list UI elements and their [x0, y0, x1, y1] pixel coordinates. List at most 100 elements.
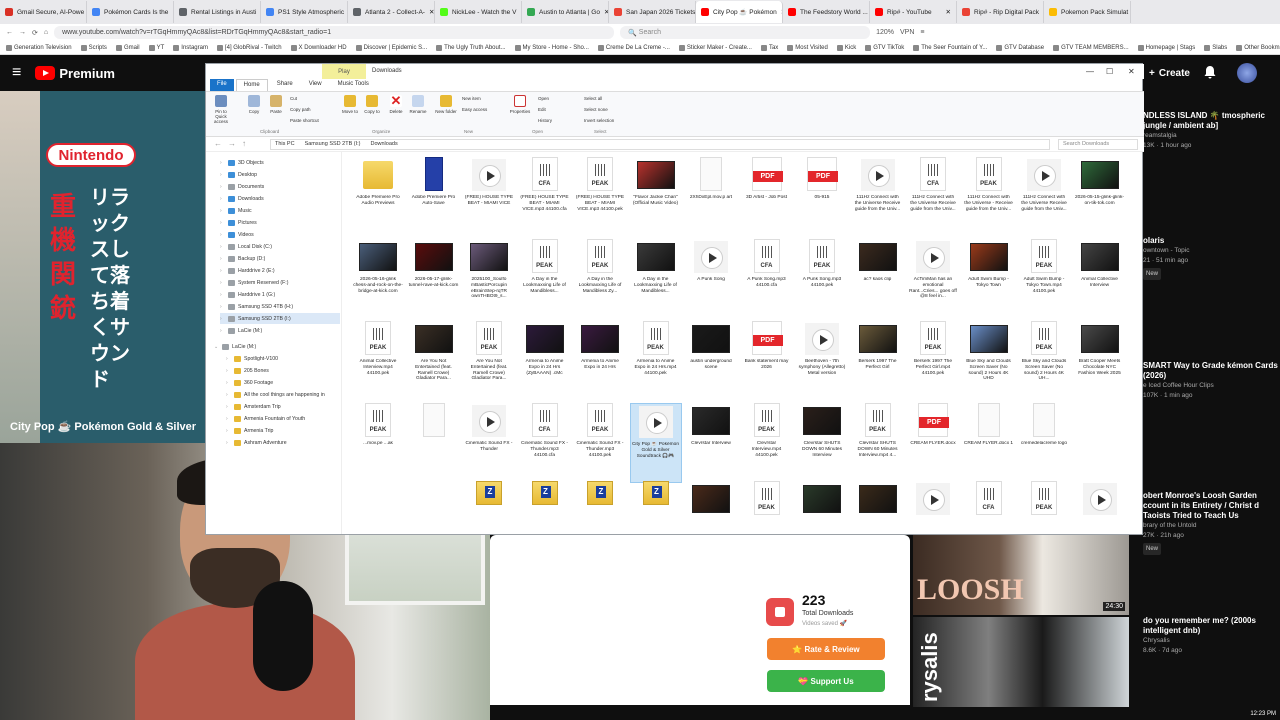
chevron-icon[interactable]: ›: [220, 280, 225, 286]
bookmark-item[interactable]: Creme De La Creme -...: [597, 44, 670, 51]
browser-tab[interactable]: Pokemon Pack Simulat✕: [1044, 1, 1131, 23]
maximize-icon[interactable]: ☐: [1106, 67, 1113, 76]
ribbon-tab[interactable]: File: [210, 79, 234, 91]
channel-name[interactable]: Chrysalis: [1143, 636, 1280, 646]
nav-item[interactable]: › Backup (D:): [220, 253, 265, 264]
file-item[interactable]: CFA 111Hz Connect with the Universe Recei…: [907, 157, 959, 237]
file-item[interactable]: "Flavor Jackie Chan" (Official Music Vid…: [630, 157, 682, 237]
file-item[interactable]: [852, 481, 904, 535]
file-item[interactable]: PEAK Animal Collective Interview.mp4 4410…: [352, 321, 404, 401]
nav-item[interactable]: › Armenia Trip: [226, 425, 273, 436]
file-item[interactable]: PEAK A Day in the Lookmaxxing Life of Man…: [519, 239, 571, 319]
file-item[interactable]: PEAK A Punk Song.mp3 44100.pek: [796, 239, 848, 319]
nav-item[interactable]: › Samsung SSD 2TB (I:): [220, 313, 340, 324]
cut-button[interactable]: Cut: [290, 96, 297, 101]
rename-button[interactable]: Rename: [406, 95, 430, 114]
back-icon[interactable]: ←: [6, 29, 13, 36]
chevron-icon[interactable]: ›: [220, 160, 225, 166]
file-item[interactable]: Blue Sky and Clouds Screen Saver (No sou…: [963, 321, 1015, 401]
chevron-icon[interactable]: ›: [226, 440, 231, 446]
bookmark-item[interactable]: X Downloader HD: [290, 44, 347, 51]
zoom-level[interactable]: 120%: [876, 29, 894, 36]
channel-name[interactable]: brary of the Untold: [1143, 521, 1280, 531]
bookmark-item[interactable]: Tax: [760, 44, 778, 51]
video-thumbnail-chrysalis[interactable]: rysalis: [913, 617, 1129, 707]
browser-tab[interactable]: The Feedstory World ...✕: [783, 1, 870, 23]
chevron-icon[interactable]: ›: [226, 380, 231, 386]
bookmark-item[interactable]: GTV Database: [996, 44, 1044, 51]
nav-item[interactable]: › Armenia Fountain of Youth: [226, 413, 305, 424]
browser-tab[interactable]: Rip# - YouTube ✕: [870, 1, 957, 23]
file-item[interactable]: PDF Bank statement may 2026: [741, 321, 793, 401]
bookmark-item[interactable]: The Ugly Truth About...: [436, 44, 506, 51]
create-button[interactable]: + Create: [1143, 63, 1196, 83]
nav-item[interactable]: › Harddrive 2 (E:): [220, 265, 275, 276]
explorer-search-input[interactable]: Search Downloads: [1058, 139, 1138, 150]
file-item[interactable]: Beethoven - 7th symphony (Allegretto) Me…: [796, 321, 848, 401]
nav-item[interactable]: › Harddrive 1 (G:): [220, 289, 275, 300]
file-item[interactable]: 2026-05-15-glink-glink-on-tik-tok.com: [1074, 157, 1126, 237]
file-item[interactable]: CFA: [963, 481, 1015, 535]
vpn-button[interactable]: VPN: [900, 29, 914, 36]
file-item[interactable]: AcTimMan has an emotional Rant...Cries..…: [907, 239, 959, 319]
file-item[interactable]: Armenia to Anime Expo in 24 Hrs (ZyBAAAN…: [519, 321, 571, 401]
bookmark-item[interactable]: Instagram: [173, 44, 208, 51]
bookmark-item[interactable]: Slabs: [1204, 44, 1227, 51]
file-item[interactable]: austin underground scene: [685, 321, 737, 401]
chevron-icon[interactable]: ›: [220, 184, 225, 190]
recommended-video[interactable]: olaris owntown - Topic 21 · 51 min ago New: [1143, 236, 1280, 280]
video-thumbnail-loosh[interactable]: LOOSH 24:30: [913, 535, 1129, 615]
youtube-logo[interactable]: Premium: [35, 66, 115, 81]
nav-item[interactable]: › Ashram Adventure: [226, 437, 287, 448]
chevron-icon[interactable]: ›: [220, 232, 225, 238]
browser-tab[interactable]: Rental Listings in Austi✕: [174, 1, 261, 23]
chevron-icon[interactable]: ›: [226, 416, 231, 422]
avatar[interactable]: [1237, 63, 1257, 83]
file-item[interactable]: Are You Not Entertained (feat. Ramell Cr…: [408, 321, 460, 401]
copy-button[interactable]: Copy: [242, 95, 266, 114]
chevron-icon[interactable]: ›: [226, 392, 231, 398]
file-item[interactable]: ac? kaos clip: [852, 239, 904, 319]
copy-to-button[interactable]: Copy to: [360, 95, 384, 114]
open-button[interactable]: Open: [538, 96, 549, 101]
easy-access-button[interactable]: Easy access: [462, 107, 487, 112]
browser-tab[interactable]: Atlanta 2 - Collect-A- ✕: [348, 1, 435, 23]
file-item[interactable]: PEAK Are You Not Entertained (feat. Ramel…: [463, 321, 515, 401]
bookmark-item[interactable]: Most Visited: [787, 44, 828, 51]
breadcrumb-item[interactable]: This PC: [275, 141, 295, 148]
ribbon-tab[interactable]: Music Tools: [331, 79, 376, 91]
nav-item[interactable]: › Downloads: [220, 193, 264, 204]
chevron-icon[interactable]: ›: [226, 404, 231, 410]
file-item[interactable]: PEAK Blue Sky and Clouds Screen Saver (No…: [1018, 321, 1070, 401]
file-item[interactable]: PDF 05-915: [796, 157, 848, 237]
chevron-icon[interactable]: ›: [220, 304, 225, 310]
nav-item[interactable]: › Amsterdam Trip: [226, 401, 281, 412]
browser-tab[interactable]: City Pop ☕ Pokémon✕: [696, 1, 783, 23]
select-none-button[interactable]: Select none: [584, 107, 608, 112]
bookmark-item[interactable]: Homepage | Stags: [1137, 44, 1195, 51]
properties-button[interactable]: Properties: [508, 95, 532, 114]
file-item[interactable]: Berserk 1997 The Perfect Girl: [852, 321, 904, 401]
reload-icon[interactable]: ⟳: [32, 29, 38, 37]
file-item[interactable]: [796, 481, 848, 535]
file-item[interactable]: Adult Swim Bump - Tokyo Town: [963, 239, 1015, 319]
file-item[interactable]: PEAK Berserk 1997 The Perfect Girl.mp4 44…: [907, 321, 959, 401]
chevron-icon[interactable]: ›: [220, 208, 225, 214]
chevron-icon[interactable]: ›: [220, 316, 225, 322]
bookmark-item[interactable]: Other Bookmarks: [1236, 44, 1280, 51]
nav-item[interactable]: › Desktop: [220, 169, 257, 180]
file-item[interactable]: PDF 3D Artist - Job Post: [741, 157, 793, 237]
tab-close-icon[interactable]: ✕: [946, 8, 951, 16]
browser-tab[interactable]: Pokémon Cards Is the✕: [87, 1, 174, 23]
support-us-button[interactable]: 💝 Support Us: [767, 670, 885, 692]
file-explorer-window[interactable]: Play Downloads — ☐ ✕ File Home Share View Mu…: [205, 63, 1144, 535]
history-button[interactable]: History: [538, 118, 552, 123]
file-item[interactable]: (FREE) HOUSE TYPE BEAT - MIAMI VICE: [463, 157, 515, 237]
browser-tab[interactable]: Gmail Secure, AI-Powe✕: [0, 1, 87, 23]
bookmark-item[interactable]: YT: [148, 44, 164, 51]
copy-path-button[interactable]: Copy path: [290, 107, 311, 112]
chevron-icon[interactable]: ⌄: [214, 344, 219, 350]
chevron-icon[interactable]: ›: [220, 172, 225, 178]
paste-button[interactable]: Paste: [264, 95, 288, 114]
nav-item[interactable]: › Pictures: [220, 217, 257, 228]
